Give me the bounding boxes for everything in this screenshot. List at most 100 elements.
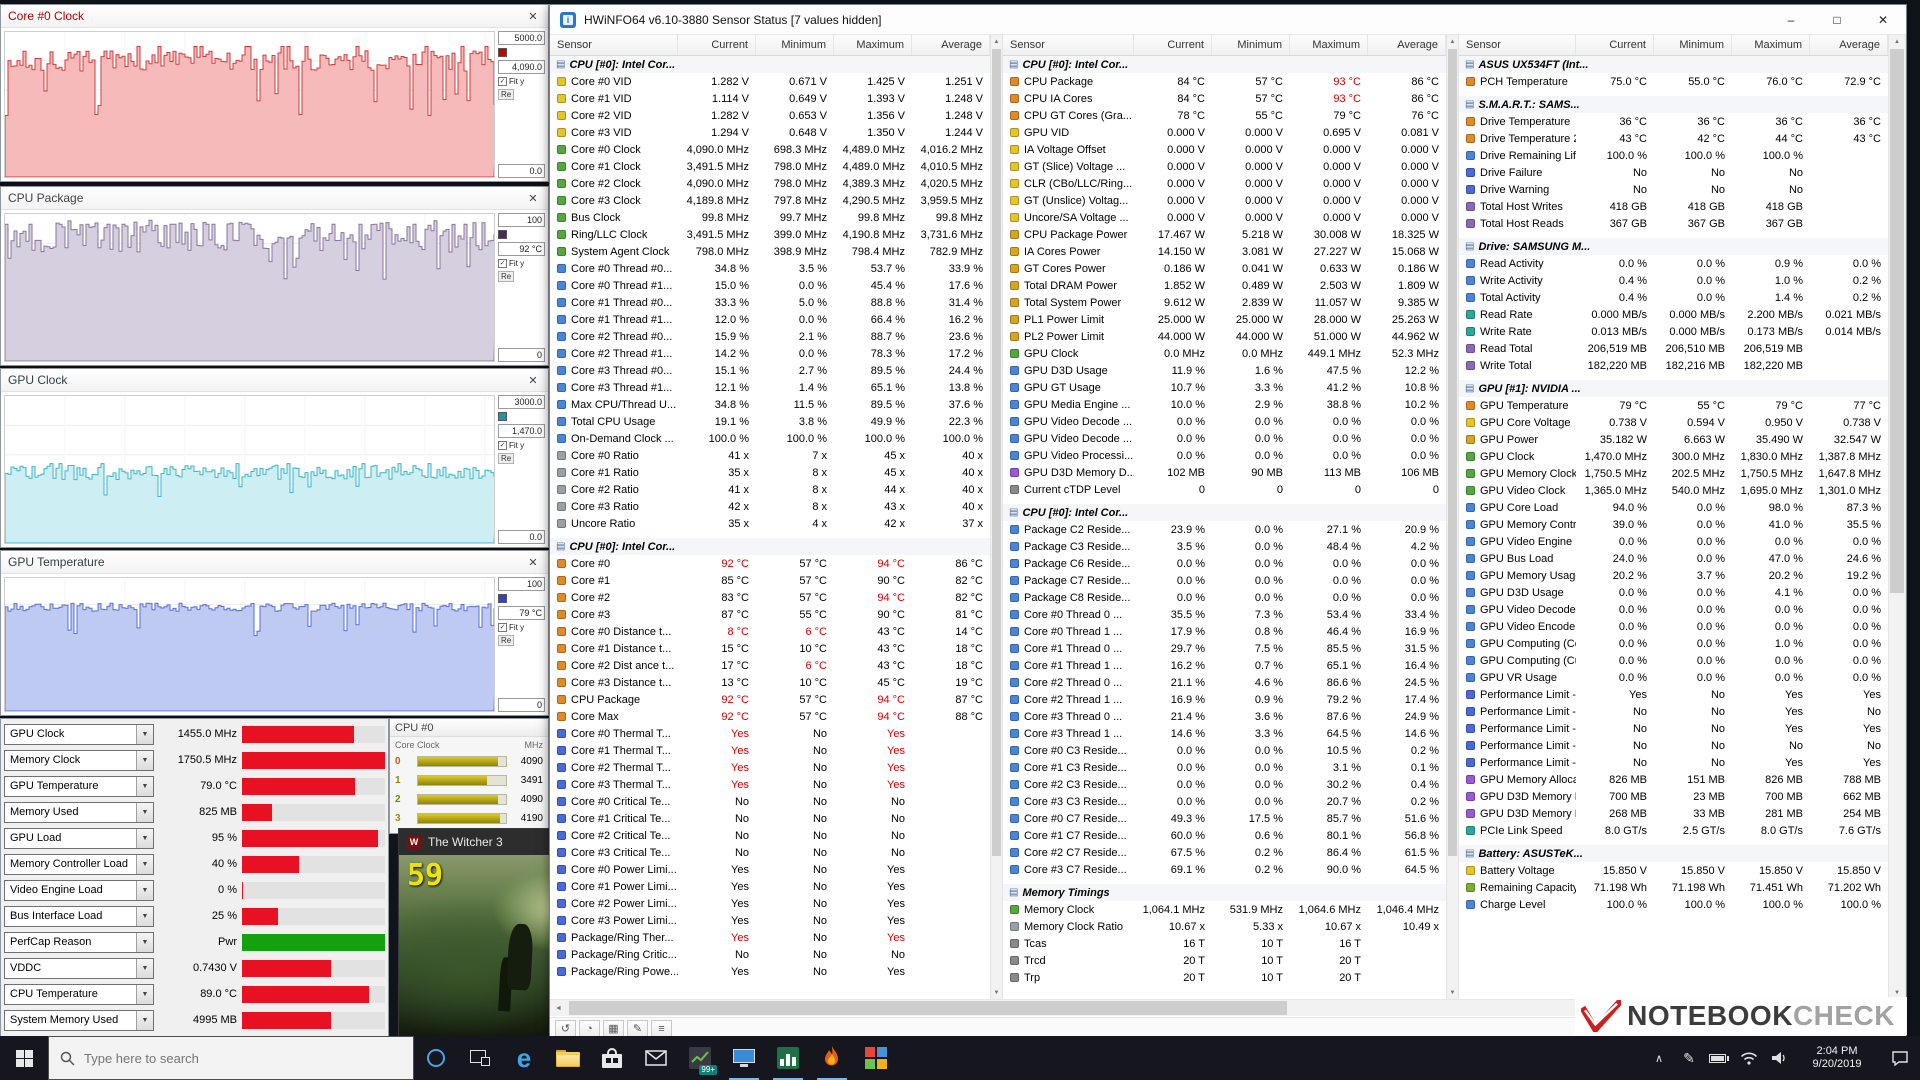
sensor-row[interactable]: PCIe Link Speed8.0 GT/s2.5 GT/s8.0 GT/s7… [1459, 822, 1888, 839]
scroll-up-icon[interactable]: ▲ [1447, 35, 1458, 48]
sensor-row[interactable]: GPU Memory Contr...39.0 %0.0 %41.0 %35.5… [1459, 516, 1888, 533]
minimize-button[interactable]: – [1768, 5, 1814, 34]
sensor-row[interactable]: Core #1 Critical Te...NoNoNo [550, 810, 990, 827]
sensor-row[interactable]: IA Voltage Offset0.000 V0.000 V0.000 V0.… [1003, 141, 1446, 158]
taskbar-app-monitor[interactable] [722, 1036, 766, 1080]
tray-expand-button[interactable]: ∧ [1644, 1036, 1674, 1080]
sensor-row[interactable]: Package C6 Reside...0.0 %0.0 %0.0 %0.0 % [1003, 555, 1446, 572]
sensor-row[interactable]: Drive WarningNoNoNo [1459, 181, 1888, 198]
sensor-row[interactable]: CPU IA Cores84 °C57 °C93 °C86 °C [1003, 90, 1446, 107]
tray-wifi-button[interactable] [1734, 1036, 1764, 1080]
close-icon[interactable]: ✕ [525, 192, 541, 205]
vertical-scrollbar[interactable]: ▲▼ [1889, 35, 1906, 999]
sensor-row[interactable]: Total DRAM Power1.852 W0.489 W2.503 W1.8… [1003, 277, 1446, 294]
sensor-row[interactable]: Core #1 Thread #0...33.3 %5.0 %88.8 %31.… [550, 294, 990, 311]
chevron-down-icon[interactable]: ▼ [136, 959, 153, 978]
sensor-row[interactable]: IA Cores Power14.150 W3.081 W27.227 W15.… [1003, 243, 1446, 260]
sensor-row[interactable]: Core #0 Clock4,090.0 MHz698.3 MHz4,489.0… [550, 141, 990, 158]
sensor-select[interactable]: Memory Used▼ [4, 802, 154, 823]
sensor-row[interactable]: Core #3 Thread #1...12.1 %1.4 %65.1 %13.… [550, 379, 990, 396]
sensor-row[interactable]: Core #2 Critical Te...NoNoNo [550, 827, 990, 844]
sensor-row[interactable]: Package/Ring Ther...YesNoYes [550, 929, 990, 946]
sensor-row[interactable]: Drive Temperature 243 °C42 °C44 °C43 °C [1459, 130, 1888, 147]
sensor-row[interactable]: Package C3 Reside...3.5 %0.0 %48.4 %4.2 … [1003, 538, 1446, 555]
chevron-down-icon[interactable]: ▼ [136, 907, 153, 926]
taskbar-clock[interactable]: 2:04 PM 9/20/2019 [1794, 1045, 1880, 1071]
chevron-down-icon[interactable]: ▼ [136, 855, 153, 874]
scrollbar-thumb[interactable] [992, 49, 1001, 856]
sensor-row[interactable]: Core #2 Thread #1...14.2 %0.0 %78.3 %17.… [550, 345, 990, 362]
sensor-row[interactable]: GPU Video Processi...0.0 %0.0 %0.0 %0.0 … [1003, 447, 1446, 464]
sensor-row[interactable]: Core #1 C3 Reside...0.0 %0.0 %3.1 %0.1 % [1003, 759, 1446, 776]
fit-y-toggle[interactable]: ✓Fit y [498, 259, 545, 268]
sensor-row[interactable]: Core #0 Thermal T...YesNoYes [550, 725, 990, 742]
graph-titlebar[interactable]: Core #0 Clock✕ [1, 5, 548, 28]
sensor-row[interactable]: Core #3 Thread 0 ...21.4 %3.6 %87.6 %24.… [1003, 708, 1446, 725]
taskbar-app-palette[interactable] [854, 1036, 898, 1080]
fit-y-toggle[interactable]: ✓Fit y [498, 623, 545, 632]
sensor-row[interactable]: Total Activity0.4 %0.0 %1.4 %0.2 % [1459, 289, 1888, 306]
sensor-group-row[interactable]: ▤Battery: ASUSTeK... [1459, 845, 1888, 862]
chevron-down-icon[interactable]: ▼ [136, 933, 153, 952]
sensor-row[interactable]: Core #1 VID1.114 V0.649 V1.393 V1.248 V [550, 90, 990, 107]
taskbar-app-edge[interactable]: e [502, 1036, 546, 1080]
taskbar-search[interactable] [48, 1036, 414, 1080]
sensor-row[interactable]: Core #1 Thermal T...YesNoYes [550, 742, 990, 759]
toolbar-button[interactable]: ▦ [603, 1020, 624, 1038]
tray-volume-button[interactable] [1764, 1036, 1794, 1080]
sensor-row[interactable]: GPU Core Voltage0.738 V0.594 V0.950 V0.7… [1459, 414, 1888, 431]
toolbar-button[interactable]: ◔ [579, 1020, 600, 1038]
sensor-row[interactable]: Core #2 Thermal T...YesNoYes [550, 759, 990, 776]
sensor-row[interactable]: GPU D3D Memory D...700 MB23 MB700 MB662 … [1459, 788, 1888, 805]
sensor-row[interactable]: Core #2 Thread 0 ...21.1 %4.6 %86.6 %24.… [1003, 674, 1446, 691]
sensor-row[interactable]: Core #2 Clock4,090.0 MHz798.0 MHz4,389.3… [550, 175, 990, 192]
scroll-down-icon[interactable]: ▼ [1447, 986, 1458, 999]
sensor-row[interactable]: Core #1 C7 Reside...60.0 %0.6 %80.1 %56.… [1003, 827, 1446, 844]
chevron-down-icon[interactable]: ▼ [136, 985, 153, 1004]
sensor-row[interactable]: Core #3 Ratio42 x8 x43 x40 x [550, 498, 990, 515]
sensor-row[interactable]: Core #2 Thread 1 ...16.9 %0.9 %79.2 %17.… [1003, 691, 1446, 708]
scroll-down-icon[interactable]: ▼ [991, 986, 1002, 999]
sensor-row[interactable]: Core #0 C7 Reside...49.3 %17.5 %85.7 %51… [1003, 810, 1446, 827]
sensor-row[interactable]: CPU Package Power17.467 W5.218 W30.008 W… [1003, 226, 1446, 243]
sensor-row[interactable]: Performance Limit -...NoNoNoNo [1459, 737, 1888, 754]
sensor-row[interactable]: Write Total182,220 MB182,216 MB182,220 M… [1459, 357, 1888, 374]
sensor-row[interactable]: Read Rate0.000 MB/s0.000 MB/s2.200 MB/s0… [1459, 306, 1888, 323]
sensor-row[interactable]: GPU D3D Usage0.0 %0.0 %4.1 %0.0 % [1459, 584, 1888, 601]
sensor-select[interactable]: Bus Interface Load▼ [4, 906, 154, 927]
sensor-row[interactable]: Core #1 Ratio35 x8 x45 x40 x [550, 464, 990, 481]
sensor-row[interactable]: GT (Unslice) Voltag...0.000 V0.000 V0.00… [1003, 192, 1446, 209]
sensor-row[interactable]: Core #3 Clock4,189.8 MHz797.8 MHz4,290.5… [550, 192, 990, 209]
sensor-row[interactable]: Uncore/SA Voltage ...0.000 V0.000 V0.000… [1003, 209, 1446, 226]
sensor-row[interactable]: Core #2 VID1.282 V0.653 V1.356 V1.248 V [550, 107, 990, 124]
sensor-group-row[interactable]: ▤ASUS UX534FT (Int... [1459, 56, 1888, 73]
sensor-row[interactable]: GPU VR Usage0.0 %0.0 %0.0 %0.0 % [1459, 669, 1888, 686]
sensor-row[interactable]: Core #3 C3 Reside...0.0 %0.0 %20.7 %0.2 … [1003, 793, 1446, 810]
sensor-row[interactable]: Performance Limit -...NoNoYesNo [1459, 703, 1888, 720]
sensor-row[interactable]: Core #3 Thread 1 ...14.6 %3.3 %64.5 %14.… [1003, 725, 1446, 742]
sensor-row[interactable]: System Agent Clock798.0 MHz398.9 MHz798.… [550, 243, 990, 260]
close-button[interactable]: ✕ [1860, 5, 1906, 34]
taskbar-app-file-explorer[interactable] [546, 1036, 590, 1080]
scroll-left-icon[interactable]: ◄ [550, 1000, 567, 1017]
sensor-row[interactable]: Core #0 Thread 1 ...17.9 %0.8 %46.4 %16.… [1003, 623, 1446, 640]
sensor-row[interactable]: Drive FailureNoNoNo [1459, 164, 1888, 181]
sensor-row[interactable]: Package C2 Reside...23.9 %0.0 %27.1 %20.… [1003, 521, 1446, 538]
notification-center-button[interactable] [1880, 1036, 1920, 1080]
sensor-select[interactable]: PerfCap Reason▼ [4, 932, 154, 953]
sensor-row[interactable]: Core #0 Distance t...8 °C6 °C43 °C14 °C [550, 623, 990, 640]
sensor-row[interactable]: Core #1 Thread #1...12.0 %0.0 %66.4 %16.… [550, 311, 990, 328]
sensor-row[interactable]: Current cTDP Level0000 [1003, 481, 1446, 498]
scrollbar-track[interactable] [1447, 48, 1458, 986]
scroll-up-icon[interactable]: ▲ [1889, 35, 1905, 48]
sensor-row[interactable]: Total System Power9.612 W2.839 W11.057 W… [1003, 294, 1446, 311]
sensor-select[interactable]: GPU Load▼ [4, 828, 154, 849]
sensor-row[interactable]: Core #0 C3 Reside...0.0 %0.0 %10.5 %0.2 … [1003, 742, 1446, 759]
sensor-row[interactable]: Performance Limit -...YesNoYesYes [1459, 686, 1888, 703]
sensor-row[interactable]: Core #1 Thread 1 ...16.2 %0.7 %65.1 %16.… [1003, 657, 1446, 674]
sensor-row[interactable]: Core #0 Thread #1...15.0 %0.0 %45.4 %17.… [550, 277, 990, 294]
toolbar-button[interactable]: ✎ [627, 1020, 648, 1038]
reset-button[interactable]: Re [498, 453, 514, 464]
graph-titlebar[interactable]: CPU Package✕ [1, 187, 548, 210]
sensor-select[interactable]: Memory Clock▼ [4, 750, 154, 771]
